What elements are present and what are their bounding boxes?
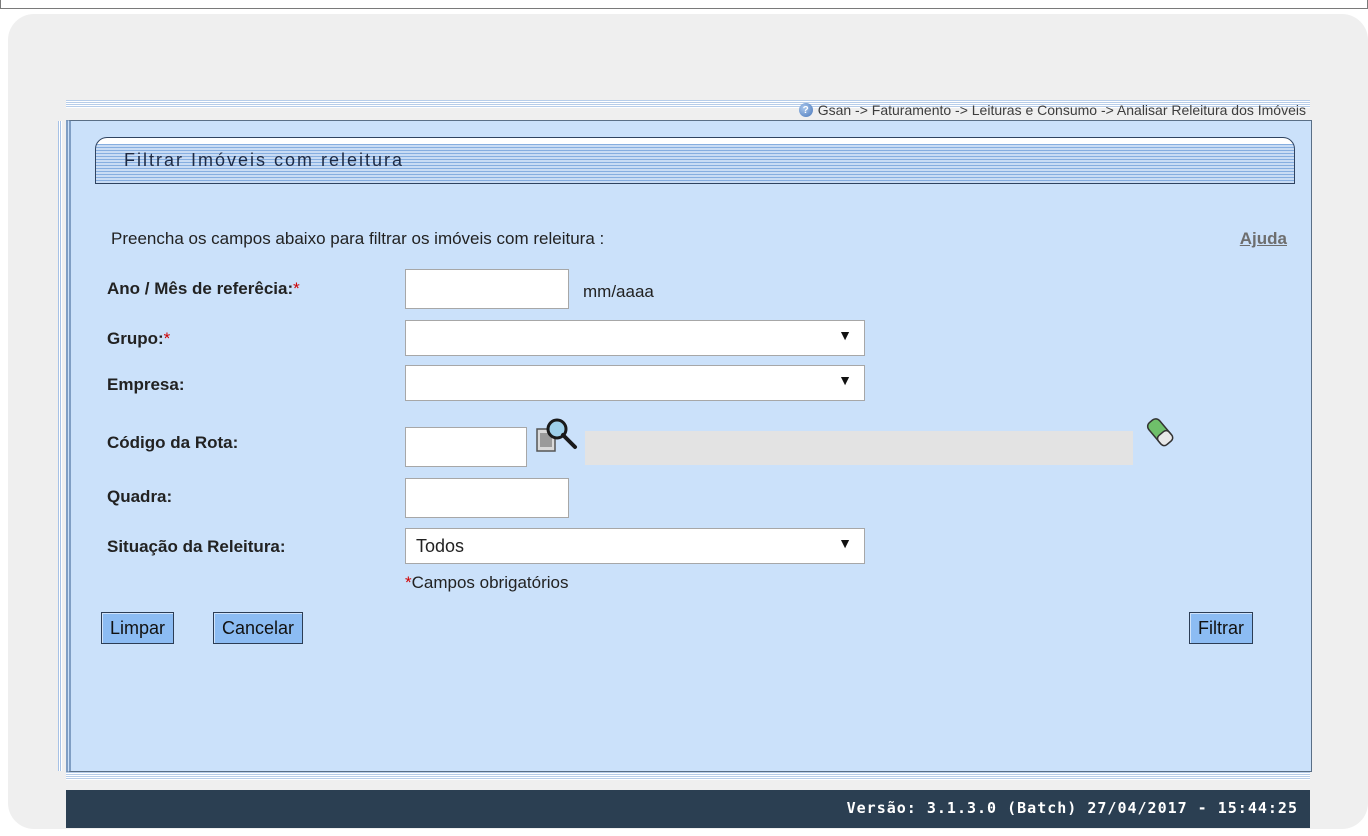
mandatory-note-text: Campos obrigatórios [411, 573, 569, 592]
triangle-down-icon: ▼ [838, 535, 852, 551]
filtrar-button[interactable]: Filtrar [1189, 612, 1253, 644]
required-marker: * [405, 573, 412, 592]
situacao-label: Situação da Releitura: [107, 537, 286, 556]
footer-bar: Versão: 3.1.3.0 (Batch) 27/04/2017 - 15:… [66, 790, 1310, 828]
grupo-label: Grupo:* [107, 329, 170, 349]
form-title-bar: Filtrar Imóveis com releitura [95, 137, 1295, 184]
magnifier-search-icon[interactable] [535, 415, 579, 459]
help-link[interactable]: Ajuda [1240, 229, 1287, 249]
codigo-rota-input[interactable] [405, 427, 527, 467]
empresa-select[interactable]: ▼ [405, 365, 865, 401]
eraser-icon[interactable] [1143, 415, 1177, 449]
form-title: Filtrar Imóveis com releitura [124, 150, 405, 170]
ano-mes-label: Ano / Mês de referêcia:* [107, 279, 300, 299]
codigo-rota-label: Código da Rota: [107, 433, 239, 452]
bottom-stripe-band [66, 772, 1310, 780]
grupo-select[interactable]: ▼ [405, 320, 865, 356]
limpar-button[interactable]: Limpar [101, 612, 175, 644]
cancelar-button[interactable]: Cancelar [213, 612, 304, 644]
breadcrumb-text: Gsan -> Faturamento -> Leituras e Consum… [817, 102, 1306, 118]
help-icon[interactable]: ? [798, 103, 813, 117]
version-text: Versão: 3.1.3.0 (Batch) 27/04/2017 - 15:… [846, 799, 1298, 817]
quadra-label: Quadra: [107, 487, 173, 506]
empresa-label: Empresa: [107, 375, 185, 394]
quadra-input[interactable] [405, 478, 569, 518]
triangle-down-icon: ▼ [838, 327, 852, 343]
required-marker: * [293, 279, 300, 298]
grupo-label-text: Grupo: [107, 329, 164, 348]
mandatory-fields-note: *Campos obrigatórios [405, 573, 568, 593]
situacao-select[interactable]: Todos ▼ [405, 528, 865, 564]
window-top-edge [0, 0, 1368, 9]
required-marker: * [163, 329, 171, 348]
ano-mes-label-text: Ano / Mês de referêcia: [107, 279, 294, 298]
triangle-down-icon: ▼ [838, 372, 852, 388]
rota-description-field [585, 431, 1133, 465]
situacao-selected-value: Todos [416, 536, 465, 556]
breadcrumb: ? Gsan -> Faturamento -> Leituras e Cons… [798, 100, 1306, 120]
ano-mes-format-hint: mm/aaaa [583, 282, 654, 301]
intro-text: Preencha os campos abaixo para filtrar o… [111, 229, 605, 248]
main-panel: Filtrar Imóveis com releitura Preencha o… [58, 120, 1312, 772]
ano-mes-input[interactable] [405, 269, 569, 309]
